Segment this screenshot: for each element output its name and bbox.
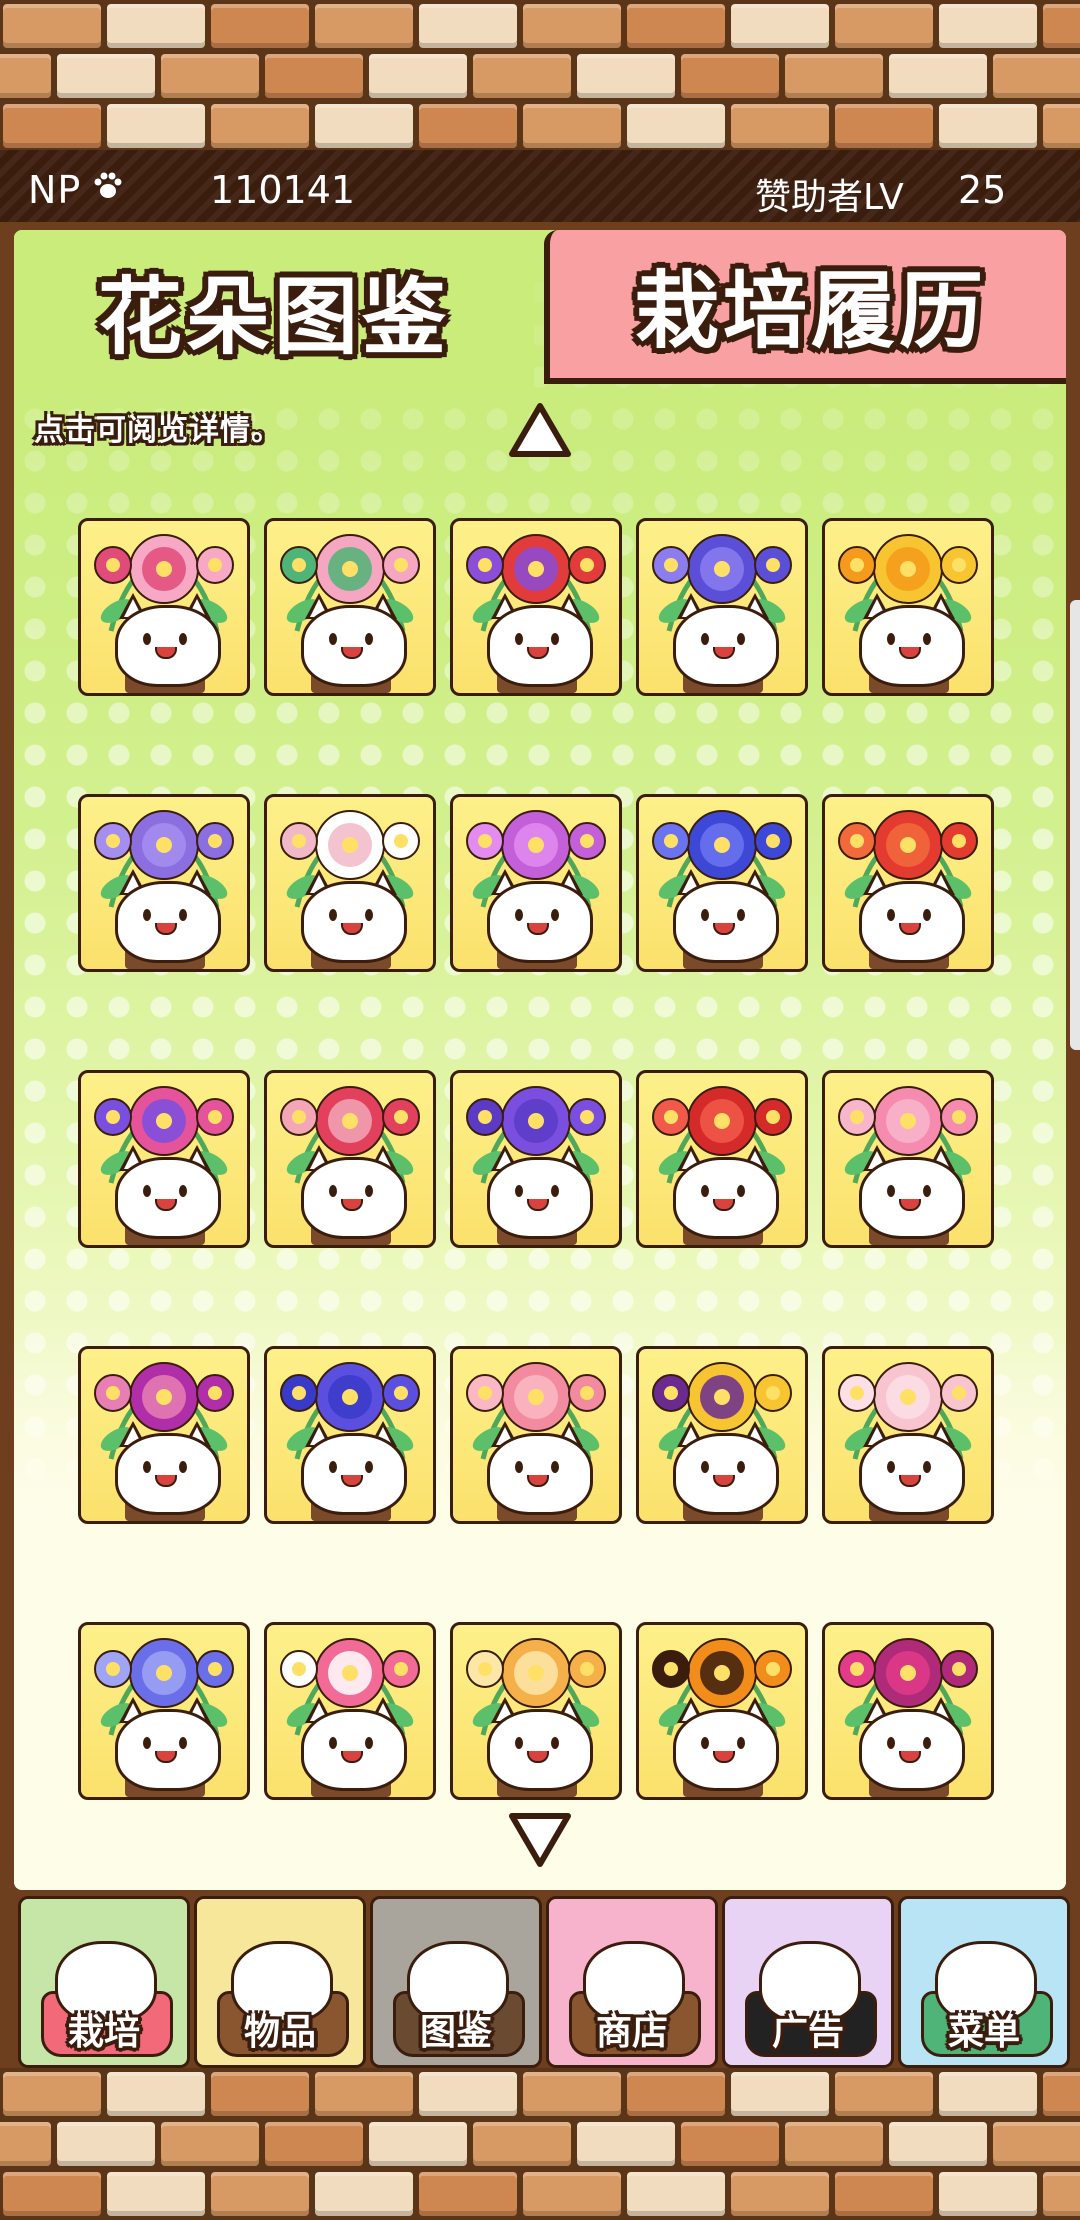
flower-card-pink-peony[interactable]: [450, 1346, 622, 1524]
cat-pot-icon: [487, 605, 593, 687]
cat-pot-icon: [487, 1157, 593, 1239]
scrollbar-handle[interactable]: [1070, 600, 1080, 1050]
cat-pot-icon: [673, 1709, 779, 1791]
cat-pot-icon: [673, 1157, 779, 1239]
cat-pot-icon: [115, 1709, 221, 1791]
nav-label: 广告: [771, 2012, 844, 2053]
cat-pot-icon: [487, 1433, 593, 1515]
nav-encyclopedia-button[interactable]: 图鉴: [370, 1896, 542, 2068]
cat-pot-icon: [487, 881, 593, 963]
cat-pot-icon: [115, 1433, 221, 1515]
flower-card-cosmos-flower[interactable]: [78, 518, 250, 696]
nav-label: 物品: [243, 2012, 316, 2053]
nav-label: 菜单: [947, 2012, 1020, 2053]
cat-pot-icon: [115, 1157, 221, 1239]
cat-pot-icon: [301, 1157, 407, 1239]
flower-card-cyclamen[interactable]: [264, 1622, 436, 1800]
scroll-down-arrow-icon[interactable]: [508, 1810, 572, 1868]
cat-pot-icon: [115, 881, 221, 963]
nav-label: 图鉴: [419, 2012, 492, 2053]
flower-card-lavender[interactable]: [78, 794, 250, 972]
flower-card-morning-glory[interactable]: [450, 1070, 622, 1248]
flower-card-pale-lily[interactable]: [822, 1346, 994, 1524]
flower-grid: [14, 230, 1066, 1890]
sponsor-level-value: 25: [958, 168, 1007, 212]
flower-card-jack-o-lantern[interactable]: [636, 1622, 808, 1800]
bottom-nav: 栽培 物品 图鉴 商店 广告 菜单: [14, 1890, 1070, 2068]
np-label: NP: [28, 168, 82, 212]
cat-pot-icon: [487, 1709, 593, 1791]
flower-card-purple-dahlia[interactable]: [450, 794, 622, 972]
nav-label: 栽培: [67, 2012, 140, 2053]
status-header: NP 110141 赞助者LV 25: [0, 150, 1080, 230]
flower-card-pink-lotus[interactable]: [822, 1070, 994, 1248]
cat-pot-icon: [301, 605, 407, 687]
paw-icon: [94, 172, 122, 198]
flower-card-blue-clematis[interactable]: [264, 1346, 436, 1524]
cat-pot-icon: [859, 605, 965, 687]
nav-items-button[interactable]: 物品: [194, 1896, 366, 2068]
nav-shop-button[interactable]: 商店: [546, 1896, 718, 2068]
encyclopedia-panel: 栽培履历 花朵图鉴 点击可阅览详情。: [14, 230, 1066, 1890]
sponsor-level-label: 赞助者LV: [755, 177, 904, 218]
cat-pot-icon: [301, 1709, 407, 1791]
nav-ads-button[interactable]: 广告: [722, 1896, 894, 2068]
flower-card-balloon-flower[interactable]: [636, 794, 808, 972]
flower-card-red-poppy[interactable]: [450, 518, 622, 696]
flower-card-pansy[interactable]: [636, 1346, 808, 1524]
flower-card-red-camellia[interactable]: [636, 1070, 808, 1248]
cat-pot-icon: [673, 605, 779, 687]
cat-pot-icon: [859, 881, 965, 963]
cat-pot-icon: [301, 881, 407, 963]
cat-pot-icon: [301, 1433, 407, 1515]
cat-pot-icon: [115, 605, 221, 687]
nav-cultivate-button[interactable]: 栽培: [18, 1896, 190, 2068]
cat-pot-icon: [673, 881, 779, 963]
nav-menu-button[interactable]: 菜单: [898, 1896, 1070, 2068]
flower-card-magenta-mushroom-flower[interactable]: [78, 1346, 250, 1524]
brick-wall-top: [0, 0, 1080, 150]
flower-card-red-salvia[interactable]: [822, 794, 994, 972]
flower-card-spider-lily[interactable]: [822, 1622, 994, 1800]
cat-pot-icon: [673, 1433, 779, 1515]
flower-card-hydrangea[interactable]: [78, 1622, 250, 1800]
np-value: 110141: [210, 168, 356, 212]
flower-card-clover-blossom[interactable]: [78, 1070, 250, 1248]
flower-card-ornamental-cabbage[interactable]: [264, 518, 436, 696]
nav-label: 商店: [595, 2012, 668, 2053]
cat-pot-icon: [859, 1157, 965, 1239]
flower-card-blue-bellflower[interactable]: [636, 518, 808, 696]
flower-card-yellow-chrysanthemum[interactable]: [822, 518, 994, 696]
flower-card-amber-bat-flower[interactable]: [450, 1622, 622, 1800]
cat-pot-icon: [859, 1709, 965, 1791]
flower-card-white-blossom[interactable]: [264, 794, 436, 972]
flower-card-red-carnation[interactable]: [264, 1070, 436, 1248]
brick-wall-bottom: [0, 2068, 1080, 2220]
cat-pot-icon: [859, 1433, 965, 1515]
